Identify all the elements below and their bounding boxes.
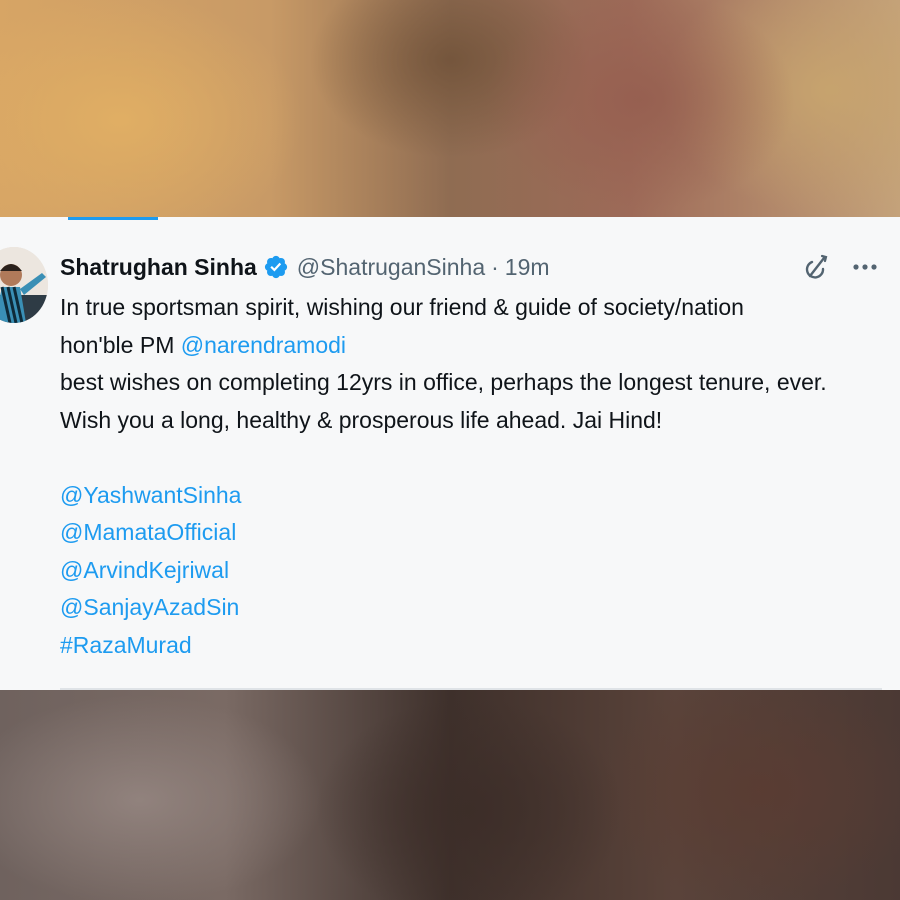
tweet-line: hon'ble PM @narendramodi: [60, 327, 890, 365]
mention-link[interactable]: @SanjayAzadSin: [60, 589, 890, 627]
tweet-line: best wishes on completing 12yrs in offic…: [60, 369, 827, 395]
tweet-line: Wish you a long, healthy & prosperous li…: [60, 406, 663, 433]
grok-icon[interactable]: [802, 252, 832, 282]
hashtag-link[interactable]: #RazaMurad: [60, 627, 890, 665]
tweet-card[interactable]: Shatrughan Sinha @ShatruganSinha · 19m I…: [0, 217, 900, 690]
verified-badge-icon: [263, 254, 289, 280]
blurred-background-top: [0, 0, 900, 217]
avatar[interactable]: [0, 247, 48, 323]
author-name[interactable]: Shatrughan Sinha: [60, 254, 257, 281]
tweet-timestamp[interactable]: 19m: [505, 254, 550, 281]
tweet-line: In true sportsman spirit, wishing our fr…: [60, 294, 744, 320]
mention-link[interactable]: @MamataOfficial: [60, 514, 890, 552]
tweet-line-text: hon'ble PM: [60, 331, 181, 358]
screenshot-stage: Shatrughan Sinha @ShatruganSinha · 19m I…: [0, 0, 900, 900]
mention-link[interactable]: @YashwantSinha: [60, 477, 890, 515]
mention-link[interactable]: @ArvindKejriwal: [60, 552, 890, 590]
mention-link-narendramodi[interactable]: @narendramodi: [181, 332, 346, 358]
more-options-icon[interactable]: [850, 252, 880, 282]
divider: [60, 688, 882, 690]
author-handle[interactable]: @ShatruganSinha: [297, 254, 485, 281]
tweet-text: In true sportsman spirit, wishing our fr…: [60, 289, 890, 664]
blurred-background-bottom: [0, 690, 900, 900]
separator-dot: ·: [491, 253, 499, 280]
tab-indicator: [68, 217, 158, 220]
tweet-actions: [802, 250, 880, 284]
tweet-header: Shatrughan Sinha @ShatruganSinha · 19m: [60, 250, 880, 284]
